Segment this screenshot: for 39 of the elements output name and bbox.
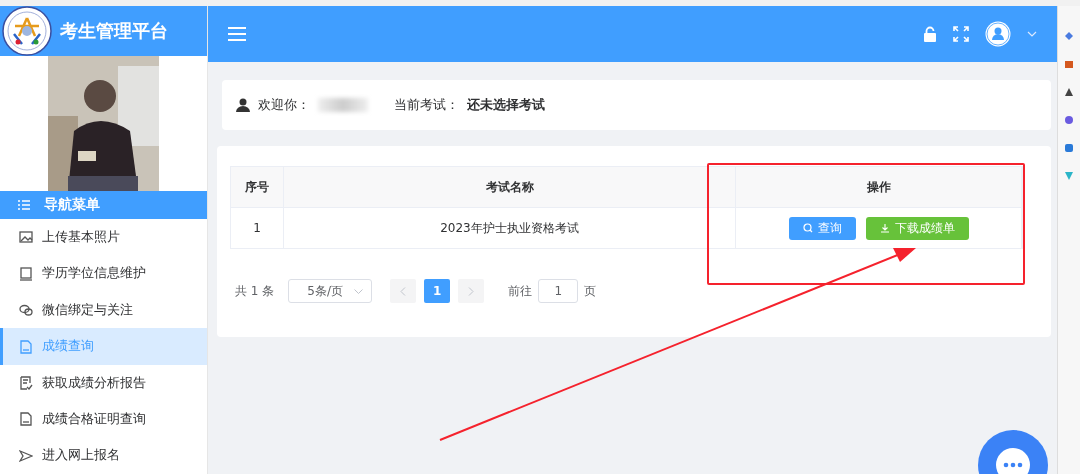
nav-title: 导航菜单 [44, 196, 100, 215]
redacted-name [318, 98, 368, 112]
chevron-left-icon [400, 286, 407, 296]
exam-value: 还未选择考试 [467, 96, 545, 114]
menu-icon[interactable] [228, 27, 246, 41]
page-number-field[interactable]: 1 [538, 279, 579, 303]
goto-label: 前往 [508, 282, 533, 300]
chevron-right-icon [468, 286, 475, 296]
exam-label: 当前考试： [394, 96, 459, 114]
greeting-label: 欢迎你： [258, 96, 310, 114]
image-icon [19, 230, 33, 245]
app-icon[interactable] [1065, 116, 1073, 124]
page-unit-label: 页 [584, 282, 597, 300]
send-icon [19, 448, 33, 463]
total-count: 共 1 条 [235, 282, 275, 300]
report-icon [19, 376, 33, 390]
chat-icon [19, 303, 33, 318]
more-icon [995, 447, 1031, 474]
app-icon[interactable] [1065, 60, 1073, 68]
app-icon[interactable] [1065, 88, 1073, 96]
avatar-icon[interactable] [985, 21, 1011, 47]
page-size-select[interactable]: 5条/页 [288, 279, 373, 303]
column-header: 考试名称 [284, 167, 736, 208]
search-icon [802, 223, 813, 233]
caret-icon [354, 288, 364, 294]
book-icon [19, 266, 33, 281]
app-title: 考生管理平台 [60, 19, 168, 43]
user-icon [236, 98, 250, 112]
lock-icon[interactable] [923, 26, 937, 42]
table-cell: 1 [231, 208, 284, 248]
column-header: 序号 [231, 167, 284, 208]
download-icon [879, 223, 890, 233]
caret-icon[interactable] [1027, 31, 1037, 37]
table-cell: 2023年护士执业资格考试 [284, 208, 736, 248]
fullscreen-icon[interactable] [953, 26, 969, 42]
list-icon [18, 200, 30, 211]
document-icon [19, 339, 33, 354]
column-header: 操作 [736, 167, 1022, 208]
document-icon [19, 412, 33, 427]
